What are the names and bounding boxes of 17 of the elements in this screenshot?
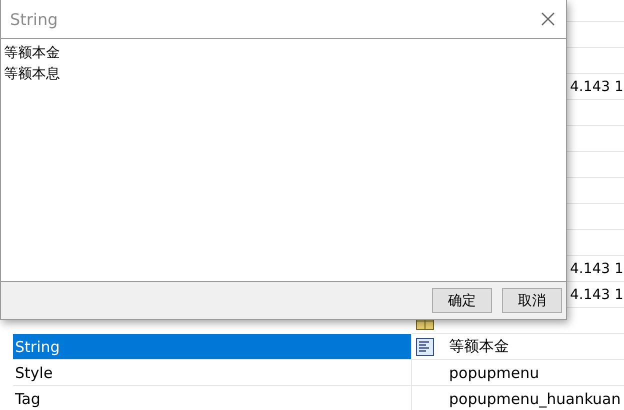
ok-button[interactable]: 确定 — [432, 288, 492, 313]
text-line: 等额本金 — [4, 44, 60, 63]
property-name[interactable]: Tag — [13, 386, 412, 410]
property-value: 4.143 1 — [570, 78, 624, 94]
text-line: 等额本息 — [4, 65, 60, 84]
property-value: 4.143 1 — [570, 286, 624, 302]
property-name[interactable]: Style — [13, 360, 412, 386]
property-value: 等额本金 — [449, 337, 509, 356]
cancel-button[interactable]: 取消 — [502, 288, 562, 313]
property-name[interactable]: String — [13, 334, 412, 360]
property-value: 4.143 1 — [570, 260, 624, 276]
text-editor-icon[interactable] — [416, 338, 434, 356]
property-value: popupmenu_huankuan — [449, 390, 621, 408]
property-value: popupmenu — [449, 364, 540, 382]
dialog-title: String — [10, 10, 58, 28]
text-area[interactable]: 等额本金 等额本息 — [1, 38, 566, 282]
close-icon[interactable] — [540, 11, 556, 27]
